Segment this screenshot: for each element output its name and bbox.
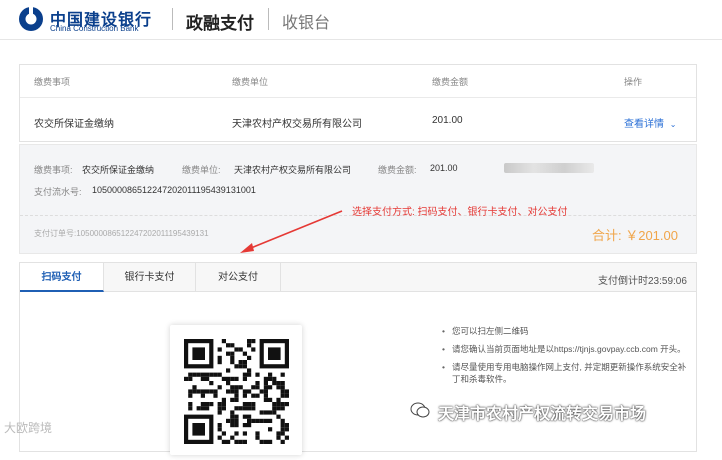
watermark-left: 大欧跨境 — [4, 421, 53, 435]
qr-code-icon — [184, 339, 289, 444]
payment-tips: 您可以扫左侧二维码 请您确认当前页面地址是以https://tjnjs.govp… — [442, 325, 692, 391]
tip-item: 您可以扫左侧二维码 — [442, 325, 692, 337]
tip-item: 请尽量使用专用电脑操作网上支付, 并定期更新操作系统安全补丁和杀毒软件。 — [442, 361, 692, 385]
tab-qr-pay[interactable]: 扫码支付 — [20, 263, 104, 292]
wechat-icon — [410, 402, 430, 418]
watermark-right: 天津市农村产权流转交易市场 — [438, 406, 647, 423]
tab-bank-card-pay[interactable]: 银行卡支付 — [104, 263, 196, 292]
qr-code — [170, 325, 302, 455]
payment-countdown: 支付倒计时23:59:06 — [598, 276, 687, 287]
tab-corporate-pay[interactable]: 对公支付 — [196, 263, 281, 292]
payment-method-tabs: 扫码支付 银行卡支付 对公支付 支付倒计时23:59:06 — [20, 263, 696, 292]
tip-item: 请您确认当前页面地址是以https://tjnjs.govpay.ccb.com… — [442, 343, 692, 355]
